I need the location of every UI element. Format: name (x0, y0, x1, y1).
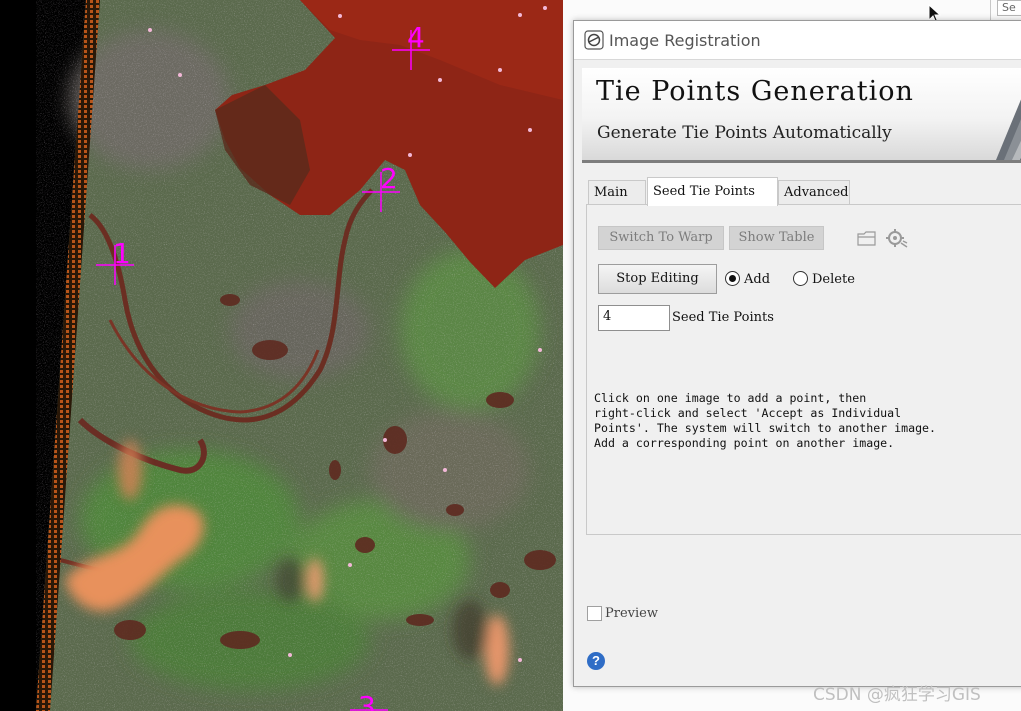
image-registration-dialog: Image Registration Tie Points Generation… (573, 20, 1021, 687)
stop-editing-button[interactable]: Stop Editing (598, 264, 717, 294)
help-icon[interactable]: ? (587, 652, 605, 670)
switch-to-warp-button[interactable]: Switch To Warp (598, 226, 724, 250)
show-table-button[interactable]: Show Table (729, 226, 824, 250)
seed-tie-points-count-field[interactable]: 4 (598, 305, 670, 331)
satellite-image[interactable] (0, 0, 563, 711)
banner-subtitle: Generate Tie Points Automatically (597, 123, 892, 143)
seed-tie-points-count-label: Seed Tie Points (672, 310, 774, 325)
delete-radio[interactable] (793, 271, 808, 286)
tie-point-label-3: 3 (358, 690, 376, 711)
preview-checkbox[interactable] (587, 606, 602, 621)
folder-open-icon[interactable] (856, 228, 878, 248)
seed-tie-points-panel (586, 204, 1021, 535)
add-radio-label: Add (744, 272, 771, 287)
background-divider (990, 0, 991, 22)
tie-point-label-1: 1 (113, 237, 131, 270)
tab-main[interactable]: Main (588, 180, 646, 204)
satellite-image-thumbnail (996, 99, 1021, 160)
tab-advanced[interactable]: Advanced (778, 180, 850, 204)
add-radio[interactable] (725, 271, 740, 286)
wizard-banner: Tie Points Generation Generate Tie Point… (582, 68, 1021, 163)
dialog-title: Image Registration (609, 31, 761, 50)
instructions-text: Click on one image to add a point, then … (594, 391, 937, 450)
tie-point-label-4: 4 (407, 21, 425, 54)
dialog-titlebar[interactable]: Image Registration (574, 21, 1021, 60)
background-search-field[interactable]: Se (997, 0, 1021, 16)
image-viewer[interactable]: 4 2 1 3 (0, 0, 563, 711)
banner-title: Tie Points Generation (596, 76, 914, 107)
envi-app-icon (584, 30, 604, 50)
tab-seed-tie-points[interactable]: Seed Tie Points (647, 177, 778, 206)
delete-radio-label: Delete (812, 272, 855, 287)
tie-point-label-2: 2 (380, 162, 398, 195)
preview-label: Preview (605, 606, 658, 621)
watermark: CSDN @疯狂学习GIS (813, 685, 981, 705)
gear-icon[interactable] (885, 227, 909, 249)
